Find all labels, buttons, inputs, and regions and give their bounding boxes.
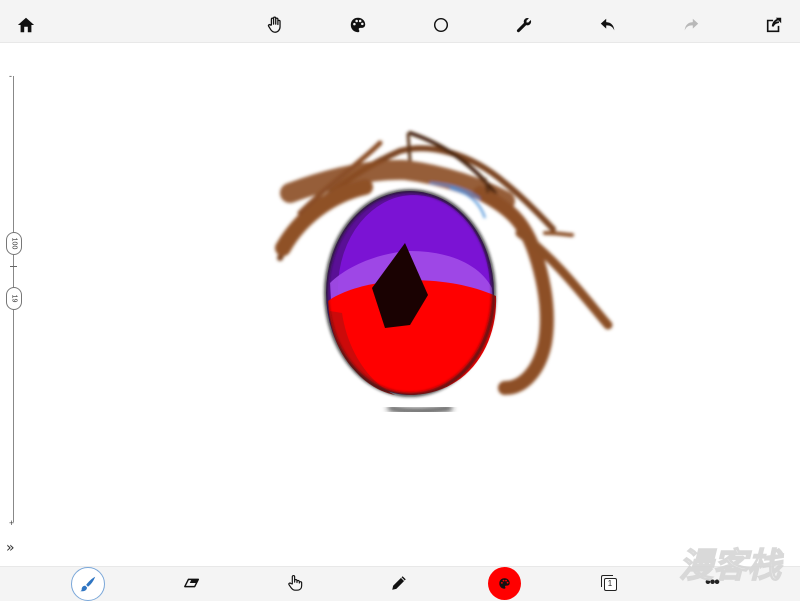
layers-button[interactable]: 1 xyxy=(595,569,625,599)
pencil-tool-button[interactable] xyxy=(384,568,414,598)
home-icon xyxy=(17,17,35,33)
share-button[interactable] xyxy=(759,10,789,40)
current-color-button[interactable] xyxy=(488,567,521,600)
palette-icon xyxy=(350,17,366,33)
hand-pointer-icon xyxy=(288,575,303,591)
share-icon xyxy=(766,17,782,33)
slider-minus-label: - xyxy=(9,71,12,81)
eraser-icon xyxy=(184,578,200,588)
wrench-icon xyxy=(516,17,532,33)
eye-drawing xyxy=(275,131,613,414)
home-button[interactable] xyxy=(11,10,41,40)
circle-icon xyxy=(433,17,449,33)
drawing-canvas[interactable] xyxy=(0,43,800,566)
slider-divider xyxy=(10,266,17,267)
opacity-value-handle[interactable]: 19 xyxy=(6,287,22,310)
brush-tool-button[interactable] xyxy=(71,567,105,601)
layer-count: 1 xyxy=(607,579,613,588)
palette-button[interactable] xyxy=(343,10,373,40)
settings-button[interactable] xyxy=(509,10,539,40)
eraser-tool-button[interactable] xyxy=(177,568,207,598)
redo-button[interactable] xyxy=(676,10,706,40)
hand-icon xyxy=(267,16,281,33)
more-icon: ••• xyxy=(705,574,720,591)
lower-lid-stroke xyxy=(387,405,453,414)
shape-tool-button[interactable] xyxy=(426,10,456,40)
undo-button[interactable] xyxy=(593,10,623,40)
select-tool-button[interactable] xyxy=(280,568,310,598)
size-value: 100 xyxy=(10,237,18,250)
slider-plus-label: + xyxy=(9,518,15,528)
more-button[interactable]: ••• xyxy=(697,568,727,598)
palette-icon xyxy=(499,578,510,589)
expand-sidebar-button[interactable]: » xyxy=(6,541,15,555)
opacity-value: 19 xyxy=(10,294,18,303)
redo-icon xyxy=(684,18,699,31)
brush-icon xyxy=(80,576,96,592)
iris xyxy=(324,189,497,397)
layers-icon: 1 xyxy=(600,574,617,591)
size-value-handle[interactable]: 100 xyxy=(6,232,22,255)
bottom-toolbar: 1 ••• xyxy=(0,566,800,601)
top-toolbar xyxy=(0,0,800,43)
pan-tool-button[interactable] xyxy=(260,10,290,40)
undo-icon xyxy=(600,18,615,31)
pencil-icon xyxy=(392,576,406,590)
